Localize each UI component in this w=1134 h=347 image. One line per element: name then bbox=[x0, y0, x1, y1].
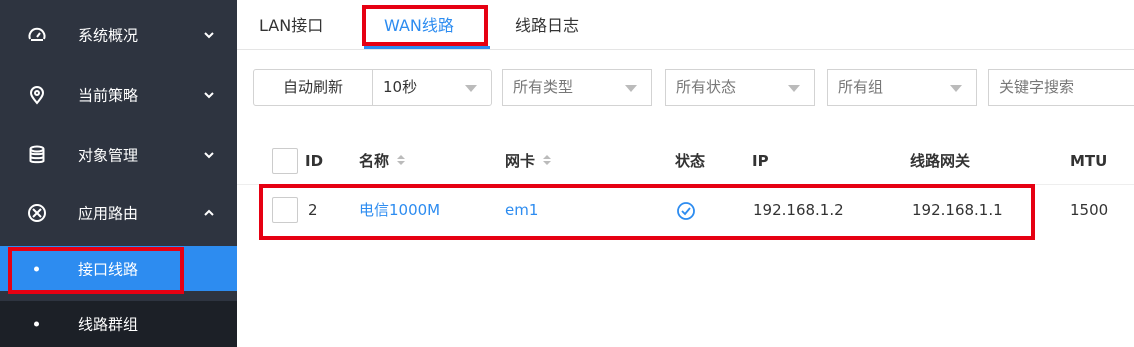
wan-lines-table: ID 名称 网卡 状态 IP 线路网关 MTU 2 电信1000M em1 19… bbox=[237, 125, 1134, 347]
dashboard-gauge-icon bbox=[28, 27, 46, 41]
col-header-mtu: MTU bbox=[1070, 152, 1108, 170]
sidebar-item-interface-lines[interactable]: 接口线路 bbox=[0, 246, 237, 291]
col-header-label: 名称 bbox=[359, 152, 390, 170]
chevron-up-icon bbox=[204, 209, 214, 216]
col-header-name[interactable]: 名称 bbox=[359, 137, 407, 185]
database-icon bbox=[29, 145, 45, 164]
col-header-id: ID bbox=[305, 152, 324, 170]
col-header-ip: IP bbox=[752, 152, 769, 170]
cell-ip: 192.168.1.2 bbox=[753, 201, 844, 219]
tab-active-indicator bbox=[364, 46, 490, 49]
sidebar-section-current-policy[interactable]: 当前策略 bbox=[0, 65, 237, 125]
cell-id: 2 bbox=[308, 201, 318, 219]
select-value: 所有类型 bbox=[513, 78, 574, 96]
select-all-checkbox[interactable] bbox=[272, 148, 298, 174]
cell-gateway: 192.168.1.1 bbox=[912, 201, 1003, 219]
chevron-down-icon bbox=[204, 32, 214, 39]
chevron-down-icon bbox=[204, 152, 214, 159]
tab-bar: LAN接口 WAN线路 线路日志 bbox=[237, 0, 1134, 50]
select-value: 所有状态 bbox=[676, 78, 737, 96]
col-header-nic[interactable]: 网卡 bbox=[505, 137, 553, 185]
col-header-label: 网卡 bbox=[505, 152, 536, 170]
circle-x-icon bbox=[28, 204, 46, 222]
status-filter-select[interactable]: 所有状态 bbox=[665, 69, 815, 106]
sidebar-section-app-routing[interactable]: 应用路由 bbox=[0, 183, 237, 243]
auto-refresh-button[interactable]: 自动刷新 bbox=[253, 69, 373, 106]
tab-wan[interactable]: WAN线路 bbox=[384, 0, 454, 50]
location-pin-icon bbox=[29, 86, 45, 105]
caret-down-icon bbox=[465, 85, 477, 92]
sidebar-section-label: 应用路由 bbox=[78, 204, 139, 223]
type-filter-select[interactable]: 所有类型 bbox=[502, 69, 652, 106]
group-filter-select[interactable]: 所有组 bbox=[827, 69, 977, 106]
sort-icon bbox=[543, 154, 552, 165]
select-value: 所有组 bbox=[838, 78, 884, 96]
tab-lan[interactable]: LAN接口 bbox=[259, 0, 323, 50]
sidebar-section-label: 当前策略 bbox=[78, 86, 139, 105]
sidebar-section-label: 系统概况 bbox=[78, 26, 139, 45]
col-header-status: 状态 bbox=[675, 152, 706, 170]
caret-down-icon bbox=[625, 85, 637, 92]
chevron-down-icon bbox=[204, 92, 214, 99]
cell-mtu: 1500 bbox=[1070, 201, 1109, 219]
bullet-dot-icon bbox=[34, 266, 39, 271]
toolbar: 自动刷新 10秒 所有类型 所有状态 所有组 关键字搜索 bbox=[237, 50, 1134, 125]
caret-down-icon bbox=[950, 85, 962, 92]
sort-icon bbox=[397, 154, 406, 165]
col-header-gateway: 线路网关 bbox=[910, 152, 971, 170]
search-placeholder: 关键字搜索 bbox=[999, 78, 1075, 96]
status-ok-icon bbox=[676, 201, 696, 221]
cell-nic-link[interactable]: em1 bbox=[505, 186, 538, 234]
sidebar-item-label: 接口线路 bbox=[78, 260, 139, 278]
bullet-dot-icon bbox=[34, 321, 39, 327]
table-header: ID 名称 网卡 状态 IP 线路网关 MTU bbox=[237, 137, 1134, 185]
cell-name-link[interactable]: 电信1000M bbox=[359, 186, 440, 234]
caret-down-icon bbox=[788, 85, 800, 92]
main-panel: LAN接口 WAN线路 线路日志 自动刷新 10秒 所有类型 所有状态 所有组 … bbox=[237, 0, 1134, 347]
sidebar-section-object-management[interactable]: 对象管理 bbox=[0, 125, 237, 185]
refresh-interval-select[interactable]: 10秒 bbox=[372, 69, 492, 106]
sidebar-item-label: 线路群组 bbox=[78, 315, 139, 334]
sidebar-item-line-groups[interactable]: 线路群组 bbox=[0, 301, 237, 347]
sidebar-section-label: 对象管理 bbox=[78, 146, 139, 165]
table-row[interactable]: 2 电信1000M em1 192.168.1.2 192.168.1.1 15… bbox=[237, 186, 1134, 234]
keyword-search-input[interactable]: 关键字搜索 bbox=[988, 69, 1134, 106]
tab-line-log[interactable]: 线路日志 bbox=[515, 0, 579, 50]
select-value: 10秒 bbox=[383, 78, 418, 96]
row-checkbox[interactable] bbox=[272, 197, 298, 223]
sidebar: 系统概况 当前策略 对象管理 应用路由 接口线路 线路群组 bbox=[0, 0, 237, 347]
sidebar-section-overview[interactable]: 系统概况 bbox=[0, 5, 237, 65]
